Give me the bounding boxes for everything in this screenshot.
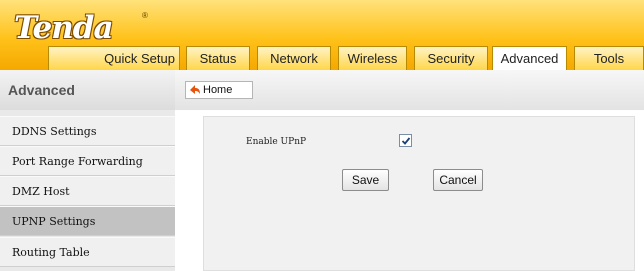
sidebar-item-upnp-settings[interactable]: UPNP Settings bbox=[0, 206, 175, 236]
sidebar-item-routing-table[interactable]: Routing Table bbox=[0, 237, 175, 267]
home-button[interactable]: Home bbox=[185, 81, 253, 99]
sidebar-item-port-range-forwarding[interactable]: Port Range Forwarding bbox=[0, 146, 175, 176]
trademark-mark: ® bbox=[142, 11, 148, 20]
main-content: Enable UPnP Save Cancel bbox=[175, 110, 644, 271]
enable-upnp-label: Enable UPnP bbox=[246, 137, 307, 147]
tab-status[interactable]: Status bbox=[186, 46, 250, 70]
sidebar: Advanced DDNS Settings Port Range Forwar… bbox=[0, 70, 175, 271]
breadcrumb-bar: Home bbox=[175, 70, 644, 110]
tab-advanced[interactable]: Advanced bbox=[492, 46, 567, 70]
tab-quick-setup[interactable]: Quick Setup bbox=[48, 46, 180, 70]
sidebar-item-ddns-settings[interactable]: DDNS Settings bbox=[0, 116, 175, 146]
header-bar: Tenda ® Quick Setup Status Network Wirel… bbox=[0, 0, 644, 70]
enable-upnp-checkbox[interactable] bbox=[399, 134, 412, 147]
sidebar-title: Advanced bbox=[0, 70, 175, 110]
tab-wireless[interactable]: Wireless bbox=[338, 46, 407, 70]
sidebar-item-dmz-host[interactable]: DMZ Host bbox=[0, 176, 175, 206]
home-button-label: Home bbox=[203, 84, 233, 96]
main-tabs: Quick Setup Status Network Wireless Secu… bbox=[0, 46, 644, 70]
upnp-form: Enable UPnP Save Cancel bbox=[203, 116, 635, 271]
save-button[interactable]: Save bbox=[342, 169, 389, 191]
tab-tools[interactable]: Tools bbox=[574, 46, 644, 70]
tenda-logo: Tenda bbox=[14, 10, 114, 46]
home-arrow-icon bbox=[190, 85, 200, 94]
checkmark-icon bbox=[401, 137, 411, 145]
cancel-button[interactable]: Cancel bbox=[433, 169, 483, 191]
tab-security[interactable]: Security bbox=[414, 46, 488, 70]
tab-network[interactable]: Network bbox=[257, 46, 331, 70]
